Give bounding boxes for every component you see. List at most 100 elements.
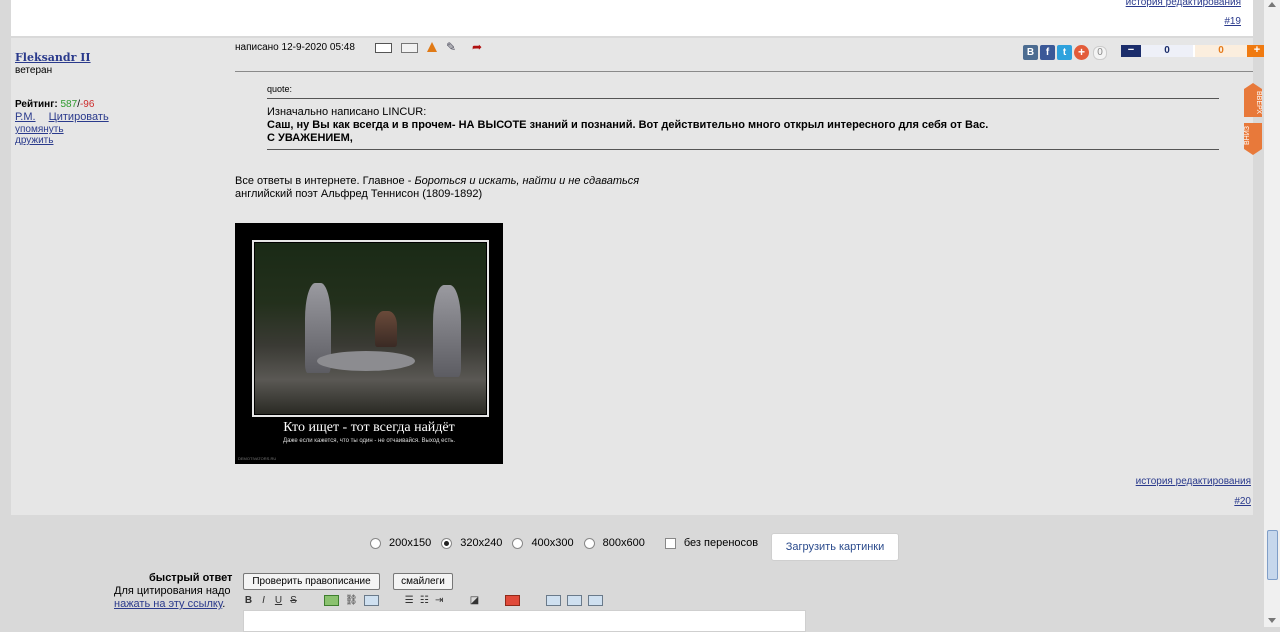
quote-signature: С УВАЖЕНИЕМ, (267, 132, 353, 144)
vote-down-button[interactable]: − (1121, 45, 1141, 57)
warning-icon[interactable] (427, 42, 437, 52)
share-count: 0 (1093, 45, 1107, 60)
email-tag-icon[interactable] (363, 594, 379, 606)
person-figure (375, 311, 397, 347)
color-picker-icon[interactable]: ◪ (470, 595, 479, 606)
strike-button[interactable]: S (289, 595, 298, 606)
smiles-button[interactable]: смайлеги (393, 573, 453, 590)
user-actions: Р.М. Цитировать (15, 111, 119, 123)
link-icon[interactable]: ⛓ (345, 595, 358, 606)
demotivator-frame (252, 240, 489, 417)
table-icon[interactable] (546, 594, 562, 606)
vk-share-icon[interactable]: B (1023, 45, 1038, 60)
calendar-icon[interactable] (505, 594, 521, 606)
bullet-list-icon[interactable]: ☰ (405, 595, 414, 606)
vote-up-count: 0 (1195, 45, 1247, 57)
scroll-down-icon[interactable] (1268, 618, 1276, 623)
underline-button[interactable]: U (274, 595, 283, 606)
bold-button[interactable]: B (244, 595, 253, 606)
quote-origin: Изначально написано LINCUR: (267, 106, 427, 118)
forum-page: история редактирования #19 Fleksandr II … (0, 0, 1267, 632)
arrow-down-icon (1244, 149, 1262, 155)
scroll-nav: ВВЕРХ ВНИЗ (1244, 83, 1262, 155)
size-label-800x600: 800x600 (602, 537, 645, 549)
quick-reply-link-suffix: . (222, 598, 226, 610)
quote-bottom-rule (267, 149, 1219, 150)
author-name[interactable]: Fleksandr II (15, 51, 91, 64)
size-radio-320x240[interactable] (441, 537, 453, 549)
facebook-share-icon[interactable]: f (1040, 45, 1055, 60)
mention-link[interactable]: упомянуть (15, 124, 64, 135)
twitter-share-icon[interactable]: t (1057, 45, 1072, 60)
scrollbar-thumb[interactable] (1267, 530, 1278, 580)
post-body-line2: английский поэт Альфред Теннисон (1809-1… (235, 188, 483, 200)
post-body-prefix: Все ответы в интернете. Главное - (235, 175, 415, 187)
scroll-bottom-button[interactable]: ВНИЗ (1244, 123, 1262, 149)
statue-right (433, 285, 461, 377)
spellcheck-button[interactable]: Проверить правописание (243, 573, 380, 590)
statues-photo (255, 243, 486, 414)
author-rank: ветеран (15, 65, 53, 76)
no-wrap-checkbox[interactable] (664, 537, 676, 549)
demotivator-image[interactable]: Кто ищет - тот всегда найдёт Даже если к… (235, 223, 503, 464)
size-radio-800x600[interactable] (583, 537, 595, 549)
demotivator-subtitle: Даже если кажется, что ты один - не отча… (283, 438, 455, 444)
post-date: написано 12-9-2020 05:48 (235, 42, 355, 53)
quick-reply-quote-line: нажать на эту ссылку. (114, 598, 225, 610)
quick-reply-quote-link[interactable]: нажать на эту ссылку (114, 598, 222, 610)
post-body-italic: Бороться и искать, найти и не сдаваться (414, 175, 640, 187)
size-label-200x150: 200x150 (389, 537, 432, 549)
table-shape (317, 351, 415, 371)
post-divider (235, 71, 1253, 72)
rows-icon[interactable] (588, 594, 604, 606)
upload-images-button[interactable]: Загрузить картинки (771, 533, 899, 561)
post-number-link-prev[interactable]: #19 (1224, 16, 1241, 27)
rating-label: Рейтинг: (15, 99, 58, 110)
edit-icon[interactable]: ✎ (446, 41, 463, 53)
post-tools: ✎ ➦ (375, 41, 489, 53)
page-scrollbar[interactable] (1264, 0, 1280, 627)
demotivator-watermark: DEMOTIVATORS.RU (238, 456, 277, 461)
pm-link[interactable]: Р.М. (15, 111, 36, 123)
forum-post: Fleksandr II ветеран Рейтинг: 587/-96 Р.… (11, 38, 1267, 515)
italic-button[interactable]: I (259, 595, 268, 606)
post-number-link[interactable]: #20 (1234, 496, 1251, 507)
edit-history-link-prev[interactable]: история редактирования (1126, 0, 1241, 8)
vote-down-count: 0 (1141, 45, 1193, 57)
author-rating: Рейтинг: 587/-96 (15, 99, 94, 110)
scroll-top-button[interactable]: ВВЕРХ (1244, 89, 1262, 117)
quick-reply-title: быстрый ответ (149, 572, 233, 584)
previous-post: история редактирования #19 (11, 0, 1253, 36)
more-share-icon[interactable]: + (1074, 45, 1089, 60)
share-buttons: B f t + 0 (1023, 45, 1107, 60)
editor-toolbar: B I U S ⛓ ☰ ☷ ⇥ ◪ (244, 593, 604, 607)
scroll-up-icon[interactable] (1268, 2, 1276, 7)
email-icon[interactable] (401, 43, 418, 53)
size-radio-400x300[interactable] (512, 537, 524, 549)
no-wrap-label: без переносов (683, 537, 759, 549)
friend-link[interactable]: дружить (15, 135, 64, 146)
post-vote: − 0 0 + (1121, 45, 1267, 57)
user-actions-extra: упомянуть дружить (15, 124, 64, 146)
rating-positive: 587 (60, 99, 78, 110)
quote-top-rule (267, 98, 1219, 99)
size-label-320x240: 320x240 (460, 537, 503, 549)
reply-textarea[interactable] (243, 610, 806, 632)
reply-icon[interactable]: ➦ (472, 41, 489, 53)
indent-icon[interactable]: ⇥ (435, 595, 444, 606)
post-body-line1: Все ответы в интернете. Главное - Бороть… (235, 175, 639, 187)
numbered-list-icon[interactable]: ☷ (420, 595, 429, 606)
size-label-400x300: 400x300 (531, 537, 574, 549)
columns-icon[interactable] (567, 594, 583, 606)
profile-icon[interactable] (375, 43, 392, 53)
quote-label: quote: (267, 84, 293, 94)
quick-reply-hint: Для цитирования надо (114, 585, 231, 597)
demotivator-title: Кто ищет - тот всегда найдёт (283, 420, 455, 435)
image-size-options: 200x150 320x240 400x300 800x600 без пере… (370, 537, 768, 549)
quote-link[interactable]: Цитировать (49, 111, 109, 123)
size-radio-200x150[interactable] (370, 537, 381, 549)
quote-text: Саш, ну Вы как всегда и в прочем- НА ВЫС… (267, 119, 989, 131)
edit-history-link[interactable]: история редактирования (1136, 476, 1251, 487)
image-icon[interactable] (324, 594, 339, 606)
rating-negative: -96 (79, 99, 95, 110)
